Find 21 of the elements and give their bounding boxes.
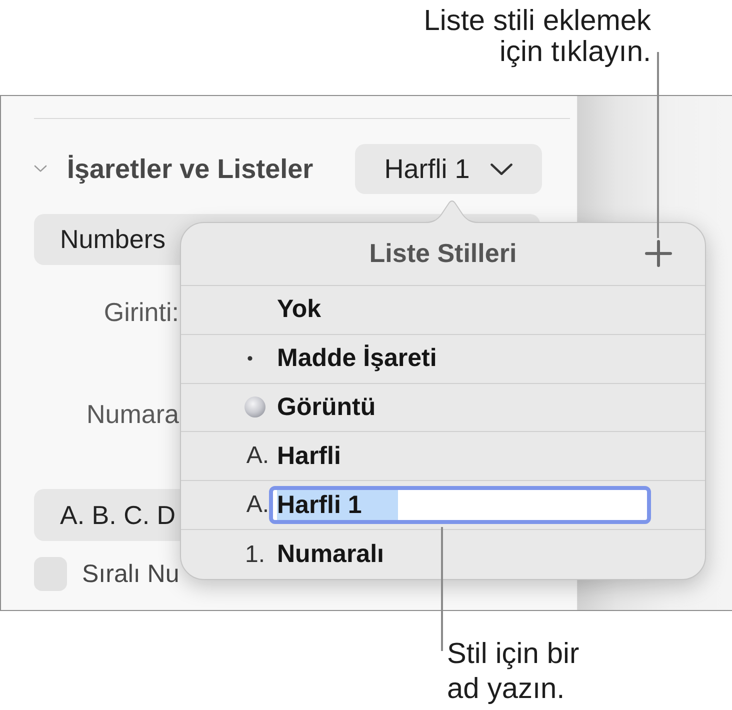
list-marker: A. [246,491,269,520]
checkbox-label: Sıralı Nu [82,560,180,588]
callout-text: Stil için bir ad yazın. [447,637,580,707]
field-label: Numara [86,398,179,430]
list-marker: 1. [244,540,265,569]
list-style-name[interactable]: Harfli [277,442,341,471]
callout-text: Liste stili eklemek için tıklayın. [424,6,651,68]
popover-title: Liste Stilleri [369,238,517,270]
list-style-name[interactable]: Görüntü [277,392,376,422]
list-style-name[interactable]: Numaralı [277,540,384,570]
disc-icon [244,396,266,418]
list-style-name[interactable]: Yok [277,295,321,324]
chevron-down-icon [490,162,513,176]
plus-icon[interactable] [645,240,672,268]
list-marker: A. [246,442,269,470]
field-label: Girinti: [104,296,179,328]
style-name-input[interactable]: Harfli 1 [269,486,651,524]
list-style-name[interactable]: Madde İşareti [277,344,437,374]
list-marker: • [247,348,253,369]
list-style-popup-button[interactable]: Harfli 1 [355,144,542,194]
section-title: İşaretler ve Listeler [67,154,314,184]
